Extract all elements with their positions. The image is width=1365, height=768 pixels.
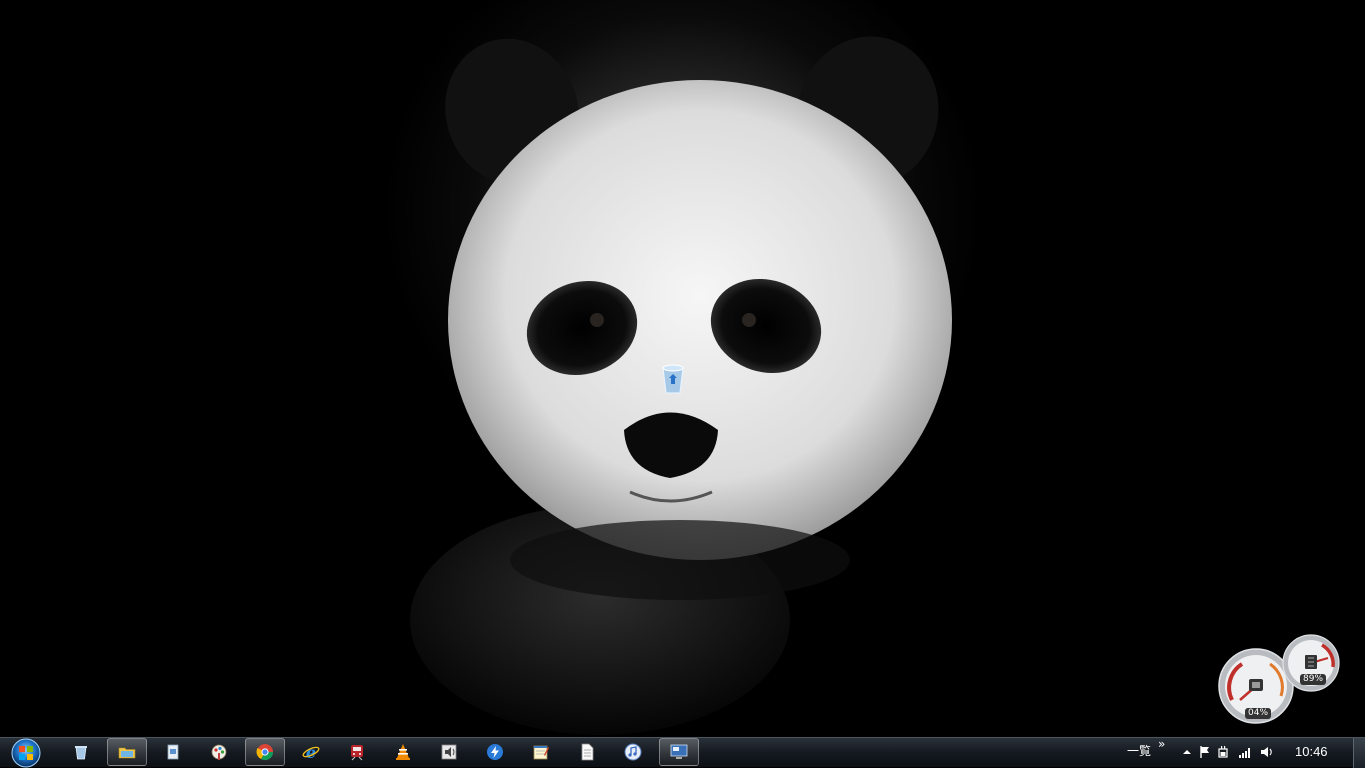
language-bar[interactable]: 一覧 (1127, 742, 1151, 759)
language-bar-chevron[interactable]: » (1158, 737, 1165, 751)
taskbar-recycle-bin-button[interactable] (61, 738, 101, 766)
internet-explorer-icon: e (302, 743, 320, 761)
remote-desktop-icon (670, 744, 688, 759)
taskbar-train-app-button[interactable] (337, 738, 377, 766)
taskbar-clock[interactable]: 10:46 (1295, 744, 1328, 759)
explorer-icon (118, 747, 136, 759)
taskbar: e 一覧 » 10:46 (0, 737, 1365, 768)
taskbar-text-file-button[interactable] (567, 738, 607, 766)
network-signal-icon[interactable] (1238, 745, 1252, 759)
volume-speaker-icon[interactable] (1260, 745, 1274, 759)
action-center-flag-icon[interactable] (1198, 745, 1212, 759)
recycle-bin-icon[interactable] (658, 362, 688, 396)
taskbar-document-button[interactable] (153, 738, 193, 766)
lightning-app-icon (487, 744, 503, 760)
svg-text:e: e (306, 743, 316, 761)
taskbar-internet-explorer-button[interactable]: e (291, 738, 331, 766)
memory-meter-gadget[interactable]: 89% (1282, 634, 1340, 692)
itunes-icon (624, 743, 642, 761)
chrome-icon (256, 744, 274, 761)
power-plug-icon[interactable] (1216, 745, 1230, 759)
windows-orb-icon (11, 738, 41, 768)
show-hidden-icons-icon[interactable] (1180, 745, 1194, 759)
taskbar-lightning-app-button[interactable] (475, 738, 515, 766)
start-button[interactable] (6, 738, 46, 768)
memory-meter-value: 89% (1300, 674, 1327, 685)
taskbar-explorer-button[interactable] (107, 738, 147, 766)
show-desktop-button[interactable] (1353, 738, 1365, 768)
taskbar-chrome-button[interactable] (245, 738, 285, 766)
taskbar-vlc-button[interactable] (383, 738, 423, 766)
desktop: 04% 89% (0, 0, 1365, 737)
recycle-bin-icon (75, 746, 87, 760)
cpu-meter-value: 04% (1245, 708, 1272, 719)
notepad-icon (533, 745, 549, 760)
panda-head (448, 80, 952, 560)
panda-left-eye (590, 313, 604, 327)
text-file-icon (581, 743, 594, 761)
panda-right-eye (742, 313, 756, 327)
vlc-icon (396, 744, 410, 760)
taskbar-remote-desktop-button[interactable] (659, 738, 699, 766)
taskbar-itunes-button[interactable] (613, 738, 653, 766)
system-tray: 一覧 » 10:46 (1120, 737, 1365, 768)
taskbar-paint-button[interactable] (199, 738, 239, 766)
sound-recorder-icon (441, 744, 457, 760)
train-app-icon (351, 745, 363, 761)
paint-icon (211, 744, 227, 760)
taskbar-notepad-button[interactable] (521, 738, 561, 766)
document-icon (167, 744, 179, 760)
taskbar-sound-recorder-button[interactable] (429, 738, 469, 766)
